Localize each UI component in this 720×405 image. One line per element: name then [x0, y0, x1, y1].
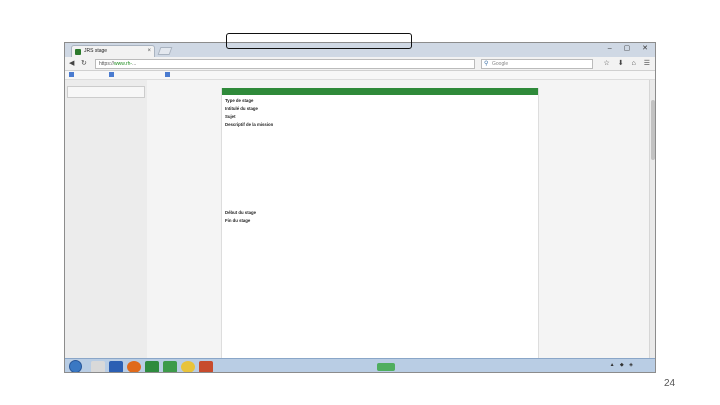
favicon-icon [75, 49, 81, 55]
system-tray[interactable]: ▲ ◆ ◈ [610, 362, 635, 368]
url-rest: ... [132, 61, 137, 67]
acrobat-icon[interactable] [199, 361, 213, 372]
detail-value [285, 210, 535, 215]
detail-row [222, 186, 538, 201]
detail-row: Type de stage [222, 98, 538, 103]
explorer-icon[interactable] [91, 361, 105, 372]
start-button[interactable] [69, 360, 82, 372]
scrollbar-thumb[interactable] [651, 100, 655, 160]
bookmarks-bar [65, 71, 655, 80]
detail-row: Intitulé du stage [222, 106, 538, 111]
browser-tab[interactable]: JRS stage × [71, 45, 155, 57]
windows-taskbar: ▲ ◆ ◈ [65, 358, 655, 372]
detail-label: Type de stage [225, 98, 254, 103]
taskbar-active-app[interactable] [377, 363, 395, 371]
detail-label: Début du stage [225, 210, 257, 215]
app-icon[interactable] [163, 361, 177, 372]
detail-value [285, 122, 535, 157]
page-area: Type de stage Intitulé du stage Sujet Descr… [65, 80, 655, 359]
detail-label: Descriptif de la mission [225, 122, 274, 127]
detail-row [222, 163, 538, 183]
toolbar-icons[interactable]: ☆ ⬇ ⌂ ☰ [604, 59, 653, 67]
window-controls[interactable]: ‒ ▢ ✕ [608, 44, 653, 52]
detail-value [285, 163, 535, 183]
breadcrumb[interactable] [65, 80, 147, 82]
search-placeholder: Google [492, 61, 509, 67]
url-host: www.rh- [114, 61, 133, 67]
address-row: ◀ ↻ https://www.rh-... ⚲ Google ☆ ⬇ ⌂ ☰ [65, 57, 655, 71]
bookmark-item[interactable] [165, 71, 172, 79]
section-header-bar [222, 88, 538, 95]
search-box[interactable]: ⚲ Google [481, 59, 593, 69]
back-arrow-icon[interactable]: ◀ [69, 59, 74, 67]
detail-value [285, 98, 535, 103]
url-prefix: https:// [99, 61, 115, 67]
close-tab-icon[interactable]: × [147, 46, 151, 57]
detail-label [225, 163, 285, 183]
detail-row: Sujet [222, 114, 538, 119]
slide: JRS stage × ‒ ▢ ✕ ◀ ↻ https://www.rh-...… [0, 0, 720, 405]
excel-icon[interactable] [145, 361, 159, 372]
detail-row: Descriptif de la mission [222, 122, 538, 157]
firefox-icon[interactable] [127, 361, 141, 372]
stage-details-panel: Type de stage Intitulé du stage Sujet Descr… [221, 88, 539, 359]
vertical-scrollbar[interactable] [649, 80, 655, 359]
reload-icon[interactable]: ↻ [81, 59, 87, 67]
detail-label: Intitulé du stage [225, 106, 258, 111]
detail-value [285, 106, 535, 111]
sidebar-item[interactable] [67, 86, 145, 98]
bookmark-icon [165, 72, 170, 78]
search-icon: ⚲ [484, 61, 489, 67]
bookmark-icon [69, 72, 74, 78]
detail-value [285, 186, 535, 201]
detail-label: Fin du stage [225, 218, 251, 223]
word-icon[interactable] [109, 361, 123, 372]
detail-row: Fin du stage [222, 218, 538, 223]
bookmark-item[interactable] [69, 71, 76, 79]
browser-screenshot: JRS stage × ‒ ▢ ✕ ◀ ↻ https://www.rh-...… [64, 42, 656, 373]
chrome-icon[interactable] [181, 361, 195, 372]
detail-value [285, 218, 535, 223]
detail-row: Début du stage [222, 210, 538, 215]
detail-label [225, 186, 285, 201]
tab-title: JRS stage [84, 48, 108, 54]
detail-value [285, 114, 535, 119]
highlight-annotation-box [226, 33, 412, 49]
slide-number: 24 [664, 378, 676, 389]
new-tab-button[interactable] [157, 47, 173, 55]
left-navigation [65, 80, 147, 359]
detail-label: Sujet [225, 114, 236, 119]
bookmark-icon [109, 72, 114, 78]
address-bar[interactable]: https://www.rh-... [95, 59, 475, 69]
detail-rows: Type de stage Intitulé du stage Sujet Descr… [222, 98, 538, 283]
bookmark-item[interactable] [109, 71, 116, 79]
